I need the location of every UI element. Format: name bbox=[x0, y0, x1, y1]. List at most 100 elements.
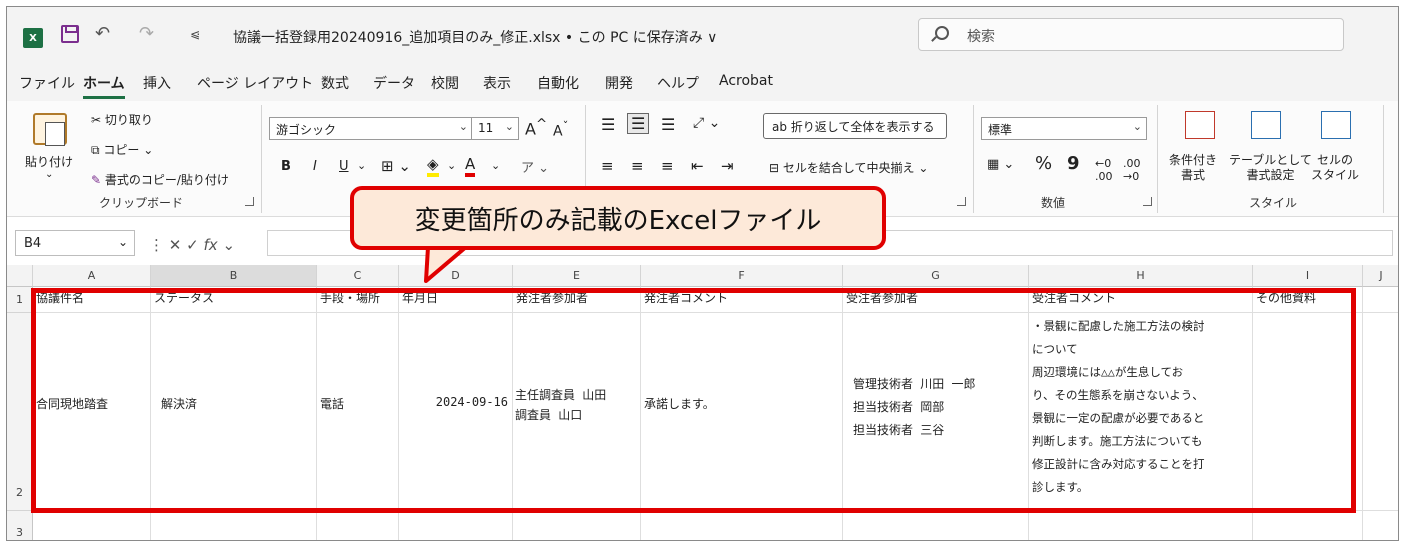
paste-icon[interactable] bbox=[33, 113, 67, 146]
empty-cell[interactable] bbox=[843, 511, 1029, 540]
tab-insert[interactable]: 挿入 bbox=[143, 73, 171, 93]
header-cell[interactable]: 受注者コメント bbox=[1029, 287, 1253, 313]
undo-icon[interactable]: ↶ bbox=[95, 23, 110, 44]
format-as-table-button[interactable]: テーブルとして 書式設定 bbox=[1229, 153, 1312, 183]
tab-file[interactable]: ファイル bbox=[19, 73, 75, 93]
decrease-decimal-icon[interactable]: .00 →0 bbox=[1123, 157, 1141, 183]
tab-help[interactable]: ヘルプ bbox=[657, 73, 699, 93]
empty-cell[interactable] bbox=[151, 511, 317, 540]
row-header[interactable]: 1 bbox=[7, 287, 33, 313]
alignment-launcher-icon[interactable] bbox=[957, 197, 966, 206]
document-title[interactable]: 協議一括登録用20240916_追加項目のみ_修正.xlsx • この PC に… bbox=[233, 27, 717, 47]
name-box[interactable]: B4 ⌄ bbox=[15, 230, 135, 256]
formula-controls[interactable]: ⋮ ✕ ✓ fx ⌄ bbox=[149, 236, 235, 254]
merge-center-button[interactable]: ⊟ セルを結合して中央揃え ⌄ bbox=[769, 159, 928, 176]
column-header[interactable]: C bbox=[317, 265, 399, 287]
align-bottom-icon[interactable]: ☰ bbox=[661, 115, 675, 134]
percent-icon[interactable]: % bbox=[1035, 153, 1052, 174]
tab-home[interactable]: ホーム bbox=[83, 73, 125, 99]
bold-button[interactable]: B bbox=[281, 159, 291, 174]
tab-developer[interactable]: 開発 bbox=[605, 73, 633, 93]
accounting-format-icon[interactable]: ▦ ⌄ bbox=[987, 157, 1014, 172]
tab-formulas[interactable]: 数式 bbox=[321, 73, 349, 93]
conditional-format-button[interactable]: 条件付き 書式 bbox=[1169, 153, 1217, 183]
fill-color-icon[interactable]: ◈ bbox=[427, 155, 439, 177]
tab-view[interactable]: 表示 bbox=[483, 73, 511, 93]
tab-page-layout[interactable]: ページ レイアウト bbox=[197, 73, 313, 93]
cell-method[interactable]: 電話 bbox=[317, 313, 399, 511]
underline-dropdown-icon[interactable]: ⌄ bbox=[357, 159, 366, 172]
column-header[interactable]: B bbox=[151, 265, 317, 287]
cell-orderer-participants[interactable]: 主任調査員 山田 調査員 山口 bbox=[513, 313, 641, 511]
column-header[interactable]: A bbox=[33, 265, 151, 287]
align-left-icon[interactable]: ≡ bbox=[601, 157, 614, 175]
cell-contractor-comment[interactable]: ・景観に配慮した施工方法の検討 について 周辺環境には△△が生息してお り、その… bbox=[1029, 313, 1253, 511]
empty-cell[interactable] bbox=[317, 511, 399, 540]
grow-font-icon[interactable]: A^ bbox=[525, 117, 547, 138]
clipboard-launcher-icon[interactable] bbox=[245, 197, 254, 206]
header-cell[interactable]: その他資料 bbox=[1253, 287, 1363, 313]
select-all-corner[interactable] bbox=[7, 265, 33, 287]
comma-icon[interactable]: 9 bbox=[1067, 153, 1080, 174]
shrink-font-icon[interactable]: Aˇ bbox=[553, 119, 568, 140]
header-cell[interactable]: 年月日 bbox=[399, 287, 513, 313]
decrease-indent-icon[interactable]: ⇤ bbox=[691, 157, 704, 175]
tab-automate[interactable]: 自動化 bbox=[537, 73, 579, 93]
cut-button[interactable]: ✂ 切り取り bbox=[91, 111, 153, 128]
header-cell[interactable]: 発注者参加者 bbox=[513, 287, 641, 313]
header-cell[interactable]: 受注者参加者 bbox=[843, 287, 1029, 313]
header-cell[interactable]: 発注者コメント bbox=[641, 287, 843, 313]
paste-dropdown-icon[interactable]: ⌄ bbox=[45, 169, 53, 180]
empty-cell[interactable] bbox=[1363, 287, 1398, 313]
cell-status[interactable]: 解決済 bbox=[151, 313, 317, 511]
underline-button[interactable]: U bbox=[339, 159, 349, 174]
phonetic-icon[interactable]: ア ⌄ bbox=[521, 157, 549, 176]
cell-subject[interactable]: 合同現地踏査 bbox=[33, 313, 151, 511]
header-cell[interactable]: ステータス bbox=[151, 287, 317, 313]
column-header[interactable]: I bbox=[1253, 265, 1363, 287]
align-right-icon[interactable]: ≡ bbox=[661, 157, 674, 175]
redo-icon[interactable]: ↷ bbox=[139, 23, 154, 44]
column-header[interactable]: F bbox=[641, 265, 843, 287]
tab-data[interactable]: データ bbox=[373, 73, 415, 93]
increase-decimal-icon[interactable]: ←0.00 bbox=[1095, 157, 1113, 183]
save-icon[interactable] bbox=[61, 25, 79, 43]
number-format-combo[interactable]: 標準 ⌄ bbox=[981, 117, 1147, 140]
empty-cell[interactable] bbox=[399, 511, 513, 540]
cell-contractor-participants[interactable]: 管理技術者 川田 一郎 担当技術者 岡部 担当技術者 三谷 bbox=[843, 313, 1029, 511]
cancel-icon[interactable]: ✕ bbox=[169, 236, 182, 254]
font-name-combo[interactable]: 游ゴシック ⌄ bbox=[269, 117, 473, 140]
align-middle-icon[interactable]: ☰ bbox=[627, 113, 650, 134]
search-box[interactable]: 検索 bbox=[918, 18, 1344, 51]
orientation-icon[interactable]: ⤢ ⌄ bbox=[693, 115, 720, 131]
row-header[interactable]: 3 bbox=[7, 511, 33, 540]
cell-date[interactable]: 2024-09-16 bbox=[399, 313, 513, 511]
copy-button[interactable]: ⧉ コピー ⌄ bbox=[91, 141, 153, 158]
header-cell[interactable]: 手段・場所 bbox=[317, 287, 399, 313]
empty-cell[interactable] bbox=[1363, 313, 1398, 511]
row-header[interactable]: 2 bbox=[7, 313, 33, 511]
format-painter-button[interactable]: ✎ 書式のコピー/貼り付け bbox=[91, 171, 229, 188]
fill-dropdown-icon[interactable]: ⌄ bbox=[447, 159, 456, 172]
font-color-icon[interactable]: A bbox=[465, 155, 476, 177]
tab-review[interactable]: 校閲 bbox=[431, 73, 459, 93]
font-size-combo[interactable]: 11 ⌄ bbox=[471, 117, 519, 140]
align-center-icon[interactable]: ≡ bbox=[631, 157, 644, 175]
empty-cell[interactable] bbox=[513, 511, 641, 540]
increase-indent-icon[interactable]: ⇥ bbox=[721, 157, 734, 175]
column-header[interactable]: G bbox=[843, 265, 1029, 287]
cell-styles-button[interactable]: セルの スタイル bbox=[1311, 153, 1359, 183]
enter-icon[interactable]: ✓ bbox=[186, 236, 199, 254]
empty-cell[interactable] bbox=[641, 511, 843, 540]
customize-qat-icon[interactable]: ⩿ bbox=[190, 27, 200, 41]
font-color-dropdown-icon[interactable]: ⌄ bbox=[491, 159, 500, 172]
cell-other-documents[interactable] bbox=[1253, 313, 1363, 511]
column-header[interactable]: E bbox=[513, 265, 641, 287]
empty-cell[interactable] bbox=[1253, 511, 1363, 540]
wrap-text-button[interactable]: ab 折り返して全体を表示する bbox=[763, 113, 947, 139]
cell-orderer-comment[interactable]: 承諾します。 bbox=[641, 313, 843, 511]
border-icon[interactable]: ⊞ ⌄ bbox=[381, 157, 411, 175]
tab-acrobat[interactable]: Acrobat bbox=[719, 73, 773, 89]
fx-icon[interactable]: fx bbox=[204, 236, 218, 254]
column-header[interactable]: H bbox=[1029, 265, 1253, 287]
